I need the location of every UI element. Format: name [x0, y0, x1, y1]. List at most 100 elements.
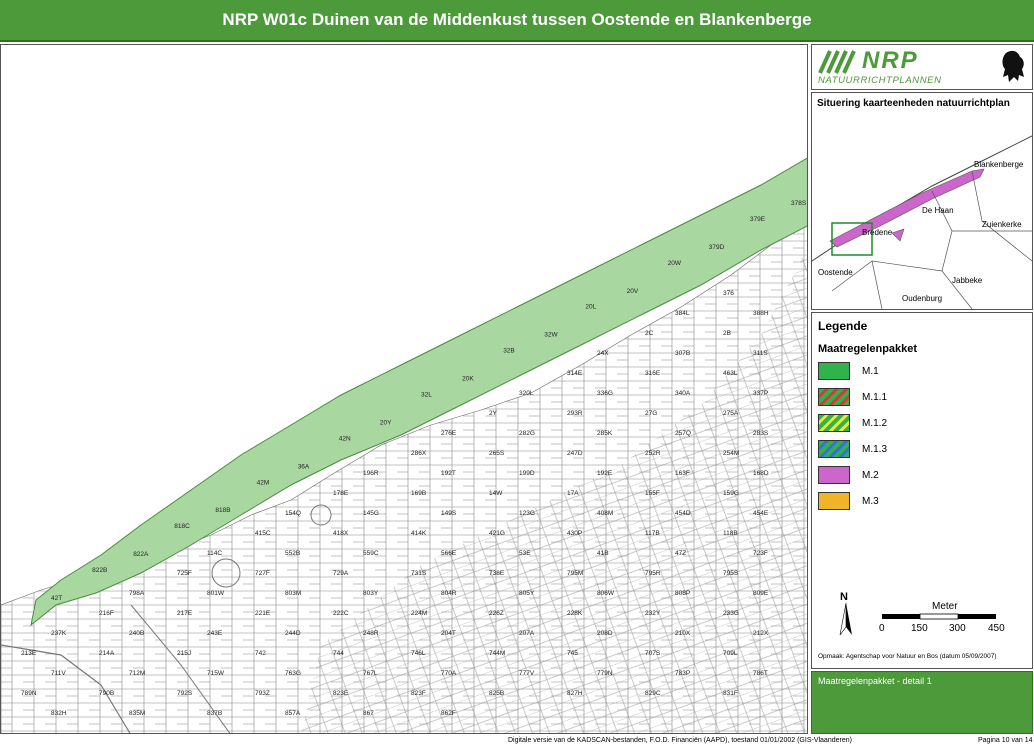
- legend-swatch: [818, 492, 850, 510]
- legend-item-m12: M.1.2: [818, 413, 887, 433]
- parcel-label: 779N: [597, 670, 613, 677]
- parcel-label: 252R: [645, 450, 661, 457]
- parcel-label: 14W: [489, 490, 503, 497]
- legend-item-m2: M.2: [818, 465, 879, 485]
- parcel-label: 320L: [519, 390, 534, 397]
- parcel-label: 818B: [215, 507, 230, 514]
- parcel-label: 210X: [675, 630, 691, 637]
- legend-label: M.1.3: [862, 443, 888, 455]
- parcel-label: 42N: [339, 435, 351, 442]
- map-frame[interactable]: 378S 379E 379D 20W 20V 20L 32W 32B 20K 32L 20Y 42N 3…: [0, 44, 808, 734]
- parcel-label: 214A: [99, 650, 115, 657]
- parcel-label: 216F: [99, 610, 114, 617]
- legend-swatch: [818, 388, 850, 406]
- parcel-label: 215J: [177, 650, 191, 657]
- parcel-label: 17A: [567, 490, 579, 497]
- map-title: NRP W01c Duinen van de Middenkust tussen…: [222, 10, 812, 29]
- svg-text:N: N: [840, 591, 848, 603]
- parcel-label: 808P: [675, 590, 690, 597]
- parcel-label: 2C: [645, 330, 654, 337]
- detail-panel: Maatregelenpakket - detail 1: [811, 671, 1033, 734]
- parcel-label: 196R: [363, 470, 379, 477]
- legend-title: Legende: [818, 319, 868, 333]
- parcel-label: 169B: [411, 490, 426, 497]
- north-arrow-icon: N: [839, 591, 852, 636]
- parcel-label: 738E: [489, 570, 505, 577]
- parcel-label: 744M: [489, 650, 505, 657]
- parcel-label: 566E: [441, 550, 457, 557]
- parcel-label: 20Y: [380, 419, 392, 426]
- parcel-label: 786T: [753, 670, 768, 677]
- parcel-label: 832H: [51, 710, 67, 717]
- place-oudenburg: Oudenburg: [902, 294, 942, 303]
- parcel-label: 731S: [411, 570, 427, 577]
- parcel-label: 27G: [645, 410, 657, 417]
- parcel-label: 47Z: [675, 550, 686, 557]
- place-de-haan: De Haan: [922, 206, 954, 215]
- parcel-label: 2Y: [489, 410, 498, 417]
- parcel-label: 823F: [411, 690, 426, 697]
- scale-tick: 300: [949, 623, 966, 634]
- logo-acronym: NRP: [862, 47, 919, 74]
- parcel-label: 809E: [753, 590, 769, 597]
- parcel-label: 806W: [597, 590, 615, 597]
- scale-tick: 0: [879, 623, 885, 634]
- credit-text: Opmaak: Agentschap voor Natuur en Bos (d…: [818, 653, 997, 660]
- parcel-label: 823E: [333, 690, 349, 697]
- legend-item-m13: M.1.3: [818, 439, 887, 459]
- parcel-label: 379D: [709, 244, 725, 251]
- parcel-label: 421G: [489, 530, 505, 537]
- parcel-label: 178E: [333, 490, 349, 497]
- legend-label: M.1.1: [862, 391, 888, 403]
- parcel-label: 803M: [285, 590, 301, 597]
- logo-subtitle: NATUURRICHTPLANNEN: [818, 75, 942, 86]
- parcel-label: 384L: [675, 310, 690, 317]
- parcel-label: 212X: [753, 630, 769, 637]
- parcel-label: 744: [333, 650, 344, 657]
- parcel-label: 316E: [645, 370, 661, 377]
- parcel-label: 32B: [503, 348, 515, 355]
- parcel-label: 114C: [207, 550, 222, 557]
- parcel-label: 790B: [99, 690, 114, 697]
- parcel-label: 795R: [645, 570, 661, 577]
- parcel-label: 118B: [723, 530, 738, 537]
- parcel-label: 379E: [750, 216, 766, 223]
- parcel-label: 244D: [285, 630, 301, 637]
- parcel-label: 414K: [411, 530, 427, 537]
- legend-item-m11: M.1.1: [818, 387, 887, 407]
- parcel-label: 192T: [441, 470, 456, 477]
- parcel-label: 32W: [544, 332, 558, 339]
- parcel-label: 827H: [567, 690, 583, 697]
- legend-subtitle: Maatregelenpakket: [818, 343, 918, 355]
- cadastral-map[interactable]: 378S 379E 379D 20W 20V 20L 32W 32B 20K 32L 20Y 42N 3…: [1, 45, 808, 734]
- situation-panel: Situering kaarteenheden natuurrichtplan …: [811, 92, 1033, 310]
- parcel-label: 32L: [421, 392, 432, 399]
- parcel-label: 53E: [519, 550, 531, 557]
- parcel-label: 715W: [207, 670, 225, 677]
- parcel-label: 159G: [723, 490, 739, 497]
- parcel-label: 837B: [207, 710, 222, 717]
- parcel-label: 430P: [567, 530, 582, 537]
- parcel-label: 862F: [441, 710, 456, 717]
- parcel-label: 36A: [298, 463, 310, 470]
- parcel-label: 154Q: [285, 510, 301, 517]
- detail-label: Maatregelenpakket - detail 1: [818, 676, 932, 686]
- parcel-label: 745: [567, 650, 578, 657]
- parcel-label: 240B: [129, 630, 144, 637]
- parcel-label: 247D: [567, 450, 583, 457]
- parcel-label: 248R: [363, 630, 379, 637]
- situation-map[interactable]: Blankenberge De Haan Zuienkerke Bredene …: [812, 111, 1032, 309]
- legend-item-m1: M.1: [818, 361, 879, 381]
- place-jabbeke: Jabbeke: [952, 276, 983, 285]
- parcel-label: 265S: [489, 450, 505, 457]
- parcel-label: 286X: [411, 450, 427, 457]
- situation-title: Situering kaarteenheden natuurrichtplan: [817, 98, 1010, 109]
- parcel-label: 20W: [668, 260, 682, 267]
- legend-label: M.2: [862, 469, 879, 481]
- parcel-label: 222C: [333, 610, 349, 617]
- parcel-label: 463L: [723, 370, 738, 377]
- parcel-label: 285K: [597, 430, 613, 437]
- parcel-label: 795S: [723, 570, 739, 577]
- parcel-label: 712M: [129, 670, 145, 677]
- parcel-label: 42T: [51, 595, 62, 602]
